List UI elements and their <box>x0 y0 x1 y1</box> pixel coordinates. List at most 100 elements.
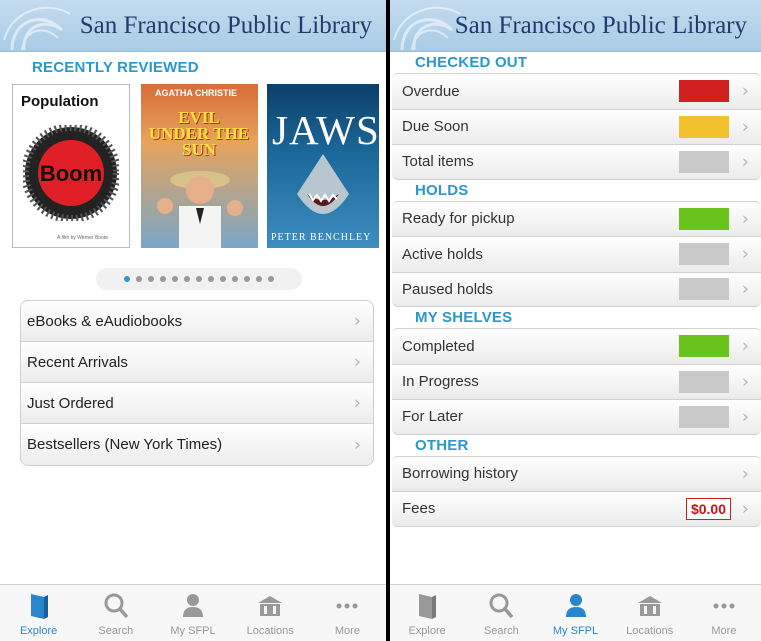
chevron-right-icon: › <box>741 406 749 428</box>
carousel-dot[interactable] <box>232 276 238 282</box>
chevron-right-icon: › <box>741 335 749 357</box>
recently-reviewed-carousel[interactable]: Population Boom A film by Werner Boote A… <box>12 84 386 252</box>
tab-bar: Explore Search My SFPL Locations More <box>0 584 386 641</box>
app-header: San Francisco Public Library <box>390 0 761 52</box>
row-label: Ready for pickup <box>402 210 515 228</box>
row-fees[interactable]: Fees $0.00 › <box>392 491 761 527</box>
tab-my-sfpl[interactable]: My SFPL <box>538 585 612 641</box>
status-swatch <box>679 115 729 138</box>
carousel-dot[interactable] <box>208 276 214 282</box>
chevron-right-icon: › <box>741 116 749 138</box>
person-icon <box>183 594 203 617</box>
book-icon <box>30 594 48 619</box>
row-label: For Later <box>402 408 463 426</box>
status-swatch <box>679 405 729 428</box>
account-list: CHECKED OUT Overdue › Due Soon › Total i… <box>392 52 761 527</box>
menu-item-recent-arrivals[interactable]: Recent Arrivals › <box>21 342 373 383</box>
cover-author: AGATHA CHRISTIE <box>155 88 237 98</box>
explore-screen: San Francisco Public Library RECENTLY RE… <box>0 0 386 641</box>
carousel-dot[interactable] <box>196 276 202 282</box>
tab-search[interactable]: Search <box>77 585 154 641</box>
menu-item-label: Bestsellers (New York Times) <box>27 436 223 453</box>
cover-title: Population <box>21 93 99 110</box>
row-ready-for-pickup[interactable]: Ready for pickup › <box>392 200 761 236</box>
chevron-right-icon: › <box>353 392 361 414</box>
status-swatch <box>679 80 729 103</box>
cover-figures-icon <box>157 171 243 248</box>
tab-label: Explore <box>408 625 446 637</box>
row-label: Paused holds <box>402 280 493 298</box>
menu-item-ebooks[interactable]: eBooks & eAudiobooks › <box>21 301 373 342</box>
my-sfpl-screen: San Francisco Public Library CHECKED OUT… <box>390 0 761 641</box>
row-in-progress[interactable]: In Progress › <box>392 363 761 399</box>
menu-item-label: Recent Arrivals <box>27 353 128 371</box>
cover-title: EVIL UNDER THE SUN <box>148 108 250 159</box>
book-icon <box>419 594 437 619</box>
tab-search[interactable]: Search <box>464 585 538 641</box>
menu-item-just-ordered[interactable]: Just Ordered › <box>21 383 373 424</box>
tab-label: Search <box>98 625 134 637</box>
tab-my-sfpl[interactable]: My SFPL <box>154 585 231 641</box>
swirl-logo-icon <box>393 6 461 51</box>
book-cover-population-boom[interactable]: Population Boom A film by Werner Boote <box>12 84 130 248</box>
row-label: Borrowing history <box>402 465 518 483</box>
chevron-right-icon: › <box>741 208 749 230</box>
tab-bar: Explore Search My SFPL Locations More <box>390 584 761 641</box>
tab-locations[interactable]: Locations <box>613 585 687 641</box>
status-swatch <box>679 335 729 358</box>
row-overdue[interactable]: Overdue › <box>392 73 761 109</box>
fees-amount-badge: $0.00 <box>685 497 731 520</box>
row-paused-holds[interactable]: Paused holds › <box>392 271 761 307</box>
carousel-dot[interactable] <box>268 276 274 282</box>
search-icon <box>104 593 129 619</box>
row-label: Total items <box>402 153 474 171</box>
tab-more[interactable]: More <box>309 585 386 641</box>
book-cover-evil-under-the-sun[interactable]: AGATHA CHRISTIE EVIL UNDER THE SUN <box>141 84 258 248</box>
carousel-dot[interactable] <box>184 276 190 282</box>
tab-label: Locations <box>626 625 674 637</box>
chevron-right-icon: › <box>741 371 749 393</box>
tab-more[interactable]: More <box>687 585 761 641</box>
tab-label: Explore <box>19 625 58 637</box>
status-swatch <box>679 207 729 230</box>
carousel-dot[interactable] <box>220 276 226 282</box>
section-title-checked-out: CHECKED OUT <box>415 54 528 71</box>
tab-explore[interactable]: Explore <box>390 585 464 641</box>
row-label: Completed <box>402 337 475 355</box>
carousel-dot[interactable] <box>172 276 178 282</box>
section-title-holds: HOLDS <box>415 181 469 199</box>
row-total-items[interactable]: Total items › <box>392 144 761 180</box>
book-cover-jaws[interactable]: JAWS PETER BENCHLEY <box>267 84 379 248</box>
status-swatch <box>679 278 729 301</box>
tab-label: More <box>711 625 737 637</box>
explore-menu: eBooks & eAudiobooks › Recent Arrivals ›… <box>20 300 374 466</box>
app-header: San Francisco Public Library <box>0 0 386 52</box>
carousel-dot[interactable] <box>148 276 154 282</box>
row-due-soon[interactable]: Due Soon › <box>392 108 761 144</box>
tab-label: Search <box>483 625 519 637</box>
person-icon <box>565 594 586 617</box>
library-building-icon <box>258 596 283 616</box>
status-swatch <box>679 370 729 393</box>
row-for-later[interactable]: For Later › <box>392 399 761 435</box>
row-label: Due Soon <box>402 118 469 136</box>
row-borrowing-history[interactable]: Borrowing history › <box>392 455 761 491</box>
carousel-dot[interactable] <box>136 276 142 282</box>
row-completed[interactable]: Completed › <box>392 328 761 364</box>
carousel-dot[interactable] <box>244 276 250 282</box>
tab-locations[interactable]: Locations <box>232 585 309 641</box>
cover-byline: A film by Werner Boote <box>57 235 109 241</box>
chevron-right-icon: › <box>741 151 749 173</box>
chevron-right-icon: › <box>741 243 749 265</box>
carousel-page-indicator[interactable] <box>96 268 302 290</box>
row-active-holds[interactable]: Active holds › <box>392 236 761 272</box>
carousel-dot[interactable] <box>160 276 166 282</box>
page-title: San Francisco Public Library <box>454 12 747 39</box>
menu-item-bestsellers[interactable]: Bestsellers (New York Times) › <box>21 424 373 465</box>
tab-explore[interactable]: Explore <box>0 585 77 641</box>
section-title-my-shelves: MY SHELVES <box>415 309 513 326</box>
chevron-right-icon: › <box>741 278 749 300</box>
carousel-dot[interactable] <box>256 276 262 282</box>
section-title-other: OTHER <box>415 436 469 454</box>
carousel-dot[interactable] <box>124 276 130 282</box>
